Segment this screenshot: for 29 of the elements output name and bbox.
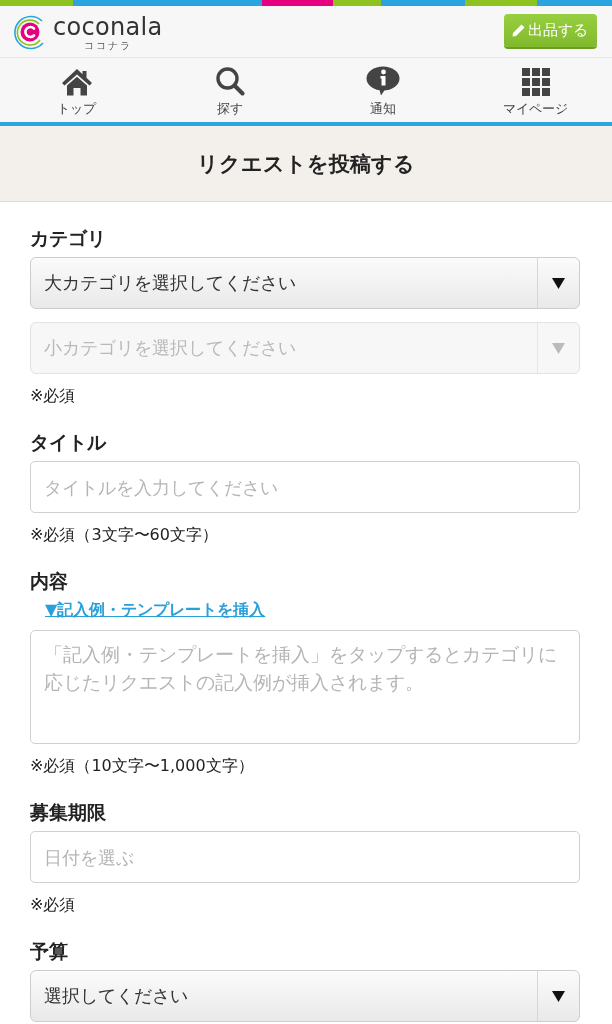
- grid-icon: [521, 68, 550, 96]
- logo-wordmark: coconala: [53, 14, 163, 40]
- pencil-icon: [512, 24, 525, 37]
- field-label: タイトル: [30, 430, 106, 455]
- required-note: ※必須（10文字〜1,000文字）: [30, 755, 254, 777]
- textarea-field[interactable]: 「記入例・テンプレートを挿入」をタップするとカテゴリに応じたリクエストの記入例が挿入されます。: [30, 630, 580, 744]
- nav-item[interactable]: マイページ: [499, 58, 572, 122]
- field-label: 募集期限: [30, 800, 106, 825]
- field-label: 予算: [30, 939, 68, 964]
- required-note: ※必須: [30, 894, 76, 916]
- field-label: 内容: [30, 569, 68, 594]
- required-note: ※必須（3文字〜60文字）: [30, 524, 218, 546]
- input-field[interactable]: タイトルを入力してください: [30, 461, 580, 513]
- field-label: カテゴリ: [30, 226, 106, 251]
- logo-subtitle: ココナラ: [83, 40, 132, 51]
- caret-icon: [552, 990, 565, 1002]
- page-title: リクエストを投稿する: [197, 150, 415, 178]
- select-dropdown[interactable]: 選択してください: [30, 970, 580, 1022]
- search-icon: [214, 66, 245, 96]
- required-note: ※必須: [30, 385, 76, 407]
- select-dropdown[interactable]: 大カテゴリを選択してください: [30, 257, 580, 309]
- caret-icon: [552, 342, 565, 354]
- nav-item[interactable]: 通知: [361, 58, 404, 122]
- home-icon: [60, 68, 93, 96]
- nav-item[interactable]: トップ: [53, 58, 100, 122]
- caret-icon: [552, 277, 565, 289]
- nav-item[interactable]: 探す: [210, 58, 249, 122]
- info-bubble-icon: [365, 66, 400, 96]
- input-field[interactable]: 日付を選ぶ: [30, 831, 580, 883]
